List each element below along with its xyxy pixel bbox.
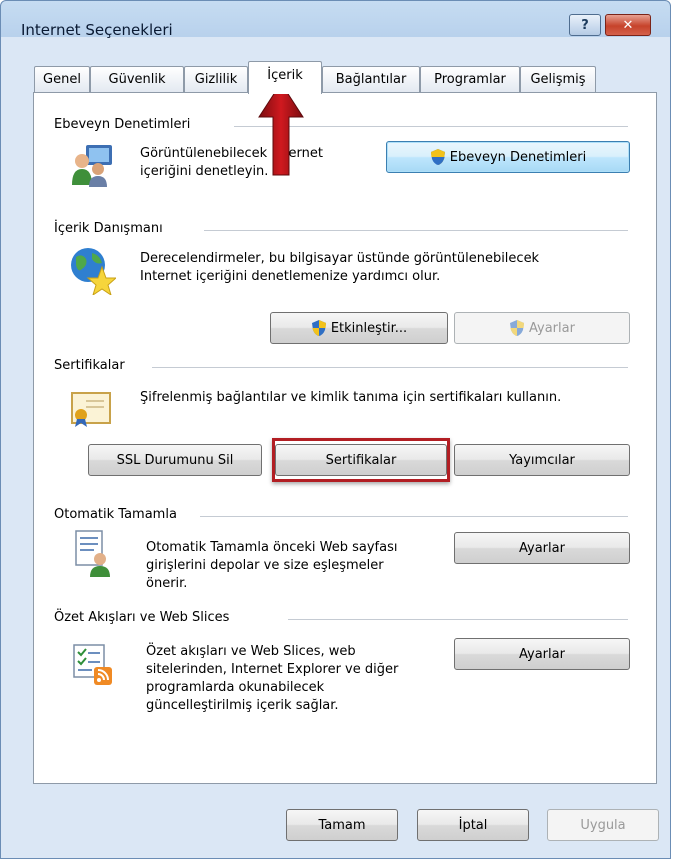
group-divider (204, 230, 628, 231)
certificates-desc: Şifrelenmiş bağlantılar ve kimlik tanıma… (140, 390, 562, 405)
apply-button[interactable]: Uygula (547, 809, 659, 841)
users-icon (72, 145, 112, 187)
group-divider (288, 619, 628, 620)
certificates-highlight-box (272, 438, 450, 482)
feeds-desc-2: sitelerinden, Internet Explorer ve diğer (146, 662, 399, 677)
certificate-icon (71, 392, 111, 427)
tab-content[interactable]: İçerik (248, 61, 322, 94)
tab-security[interactable]: Güvenlik (90, 66, 184, 92)
advisor-settings-button[interactable]: Ayarlar (454, 312, 630, 344)
uac-shield-icon (430, 149, 445, 165)
up-arrow-annotation (258, 82, 304, 176)
ok-button[interactable]: Tamam (286, 809, 398, 841)
group-divider (152, 367, 628, 368)
cancel-button[interactable]: İptal (417, 809, 529, 841)
tab-advanced[interactable]: Gelişmiş (520, 66, 596, 92)
advisor-desc-1: Derecelendirmeler, bu bilgisayar üstünde… (140, 251, 540, 266)
advisor-group-title: İçerik Danışmanı (54, 221, 169, 236)
globe-star-icon (71, 248, 116, 295)
certificates-group-title: Sertifikalar (54, 358, 131, 373)
window-title: Internet Seçenekleri (21, 21, 173, 39)
feeds-icon (73, 644, 112, 685)
autocomplete-settings-button[interactable]: Ayarlar (454, 532, 630, 564)
autocomplete-group-title: Otomatik Tamamla (54, 507, 183, 522)
advisor-desc-2: Internet içeriğini denetlemenize yardımc… (140, 269, 441, 284)
tab-privacy[interactable]: Gizlilik (184, 66, 248, 92)
parental-desc-2: içeriğini denetleyin. (140, 164, 269, 179)
autocomplete-desc-1: Otomatik Tamamla önceki Web sayfası (146, 540, 398, 555)
uac-shield-icon (311, 320, 326, 336)
parental-group-title: Ebeveyn Denetimleri (54, 117, 197, 132)
feeds-desc-1: Özet akışları ve Web Slices, web (146, 644, 356, 659)
help-button[interactable]: ? (569, 14, 601, 36)
uac-shield-icon (510, 320, 525, 336)
autocomplete-icon (75, 530, 110, 577)
internet-options-window: Internet Seçenekleri ? ✕ Genel Güvenlik … (0, 0, 671, 859)
tab-strip: Genel Güvenlik Gizlilik İçerik Bağlantıl… (34, 61, 654, 94)
tab-connections[interactable]: Bağlantılar (322, 66, 420, 92)
autocomplete-desc-3: önerir. (146, 576, 188, 591)
feeds-desc-4: güncelleştirilmiş içerik sağlar. (146, 698, 339, 713)
tab-general[interactable]: Genel (34, 66, 90, 92)
parental-controls-button[interactable]: Ebeveyn Denetimleri (386, 141, 630, 173)
autocomplete-desc-2: girişlerini depolar ve size eşleşmeler (146, 558, 384, 573)
title-bar: Internet Seçenekleri ? ✕ (1, 1, 670, 41)
feeds-settings-button[interactable]: Ayarlar (454, 638, 630, 670)
group-divider (200, 516, 628, 517)
publishers-button[interactable]: Yayımcılar (454, 444, 630, 476)
feeds-desc-3: programlarda okunabilecek (146, 680, 325, 695)
tab-programs[interactable]: Programlar (420, 66, 520, 92)
clear-ssl-state-button[interactable]: SSL Durumunu Sil (88, 444, 262, 476)
close-button[interactable]: ✕ (605, 14, 651, 36)
enable-advisor-button[interactable]: Etkinleştir... (270, 312, 448, 344)
feeds-group-title: Özet Akışları ve Web Slices (54, 610, 236, 625)
content-tab-panel: Ebeveyn Denetimleri Görüntülenebilecek I… (33, 92, 657, 784)
